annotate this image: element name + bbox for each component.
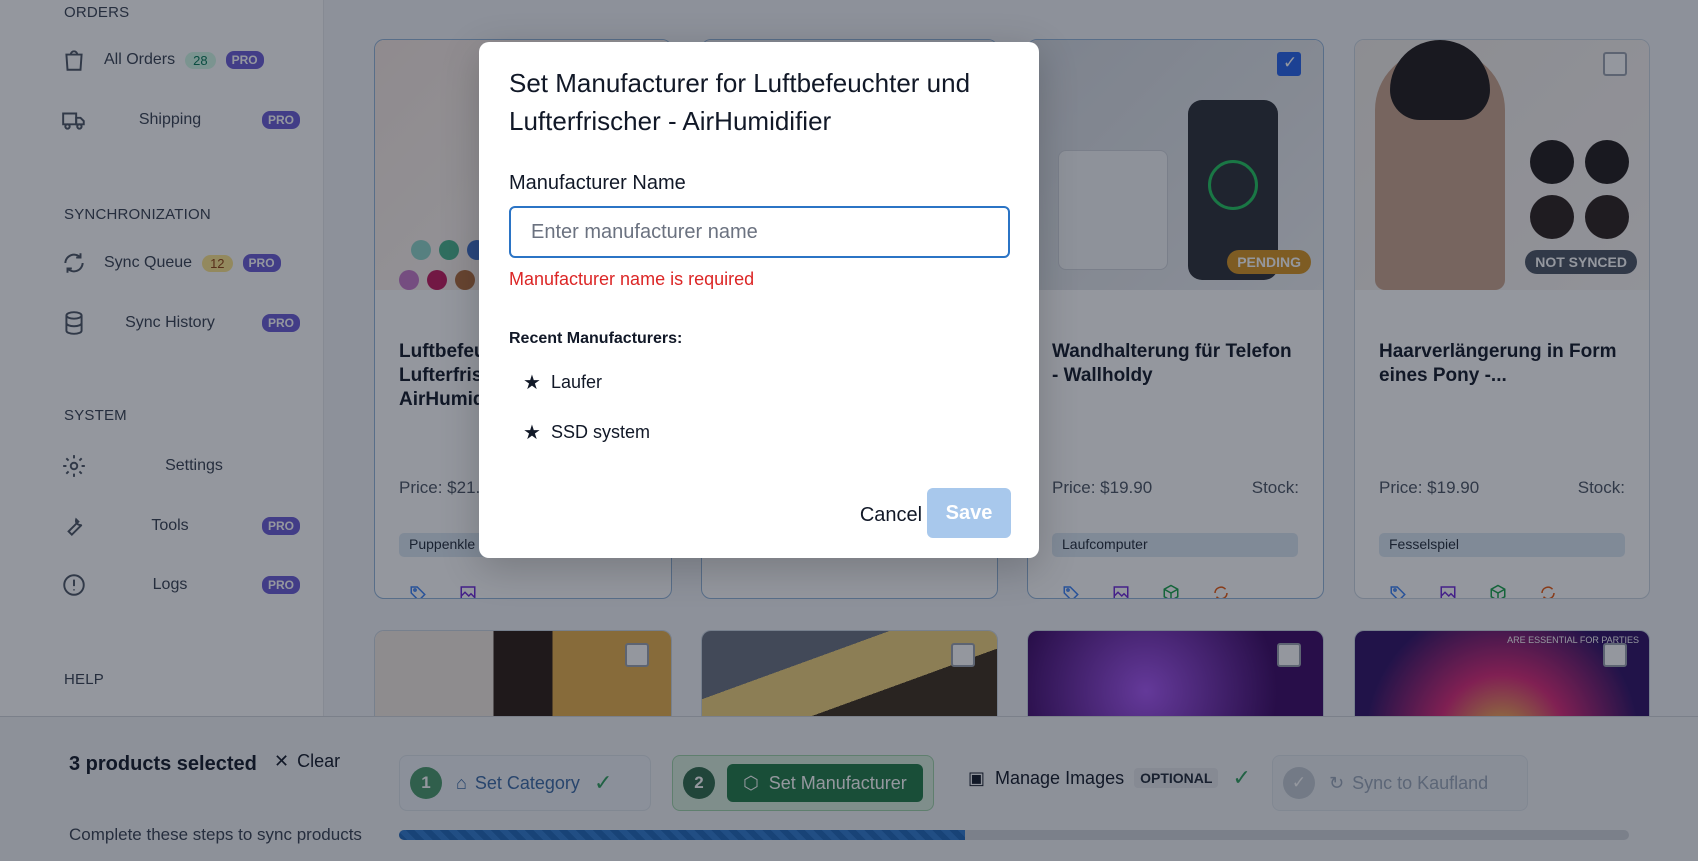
recent-manufacturers-title: Recent Manufacturers:	[509, 330, 683, 347]
dialog-title: Set Manufacturer for Luftbefeuchter und …	[509, 68, 971, 136]
field-label: Manufacturer Name	[509, 172, 686, 194]
save-button[interactable]: Save	[927, 488, 1011, 538]
recent-manufacturer-label: Laufer	[550, 372, 602, 392]
star-icon: ★	[523, 372, 541, 394]
manufacturer-name-input[interactable]	[509, 206, 1010, 258]
recent-manufacturer-item[interactable]: ★ Laufer	[523, 370, 602, 395]
star-icon: ★	[523, 422, 541, 444]
validation-error: Manufacturer name is required	[509, 269, 755, 289]
recent-manufacturer-label: SSD system	[550, 422, 650, 442]
recent-manufacturer-item[interactable]: ★ SSD system	[523, 420, 650, 445]
set-manufacturer-dialog: Set Manufacturer for Luftbefeuchter und …	[479, 42, 1039, 558]
